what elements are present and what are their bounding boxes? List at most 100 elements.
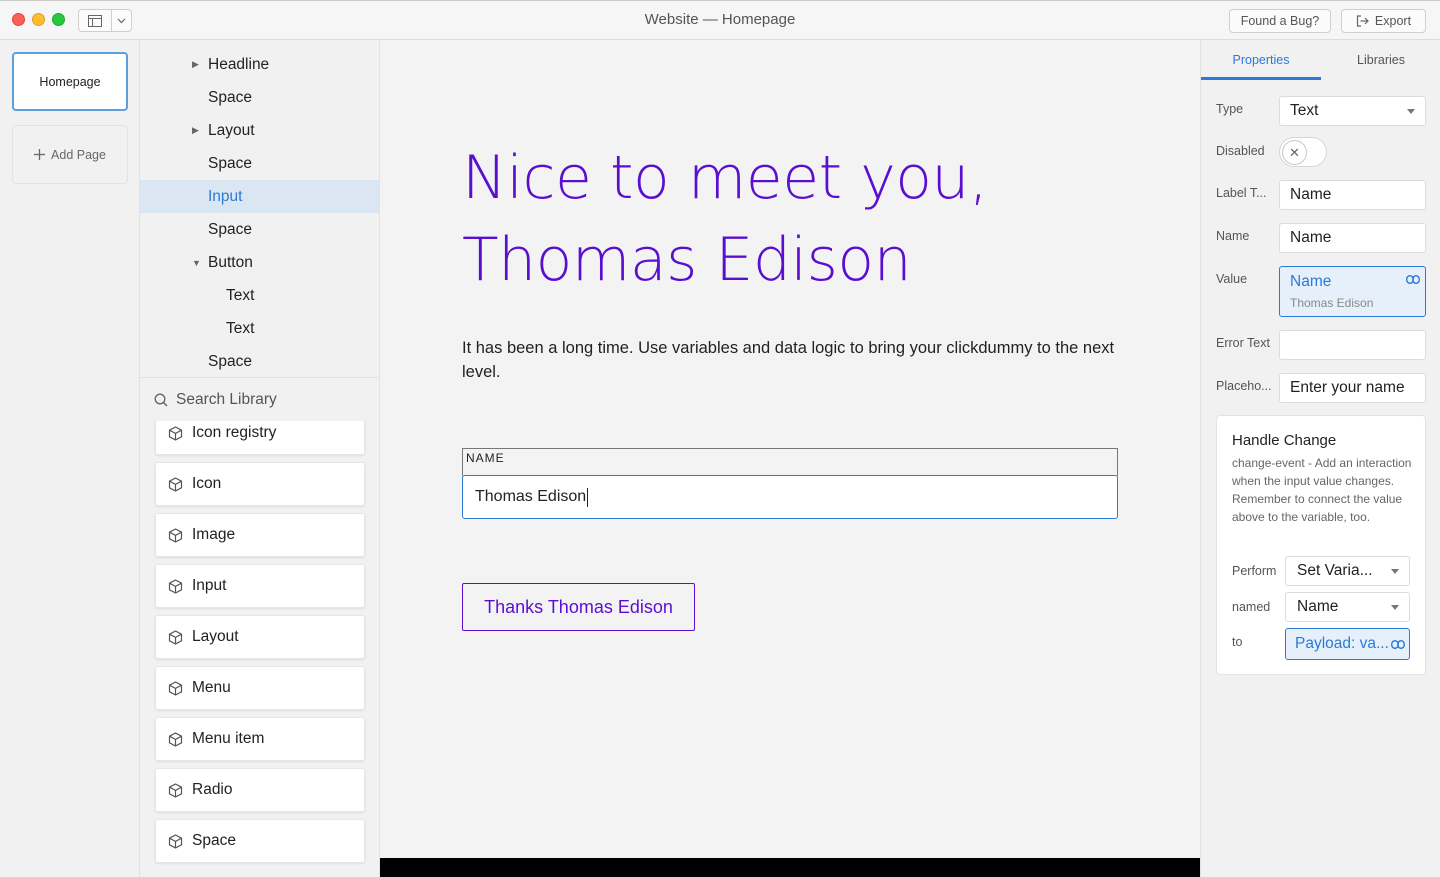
perform-select[interactable]: Set Varia... bbox=[1285, 556, 1410, 586]
tab-properties-label: Properties bbox=[1232, 53, 1290, 67]
preview-headline[interactable]: Nice to meet you, Thomas Edison bbox=[462, 137, 1082, 301]
export-icon bbox=[1356, 15, 1369, 27]
component-cube-icon bbox=[168, 425, 183, 441]
type-select[interactable]: Text bbox=[1279, 96, 1426, 126]
library-item-label: Image bbox=[192, 526, 236, 543]
library-item-menu-item[interactable]: Menu item bbox=[155, 717, 365, 761]
found-bug-button[interactable]: Found a Bug? bbox=[1229, 9, 1331, 33]
search-icon bbox=[154, 393, 168, 406]
value-binding-field[interactable]: Name Thomas Edison bbox=[1279, 266, 1426, 317]
tree-item-label: Space bbox=[208, 352, 252, 370]
title-bar: Website — Homepage Found a Bug? Export bbox=[0, 0, 1440, 40]
library-item-label: Menu item bbox=[192, 730, 265, 747]
tab-properties[interactable]: Properties bbox=[1201, 40, 1321, 80]
tree-item-button[interactable]: ▼ Button bbox=[140, 246, 379, 279]
window-title: Website — Homepage bbox=[644, 11, 796, 28]
tree-item-text[interactable]: Text bbox=[140, 279, 379, 312]
preview-name-input-value: Thomas Edison bbox=[475, 488, 587, 505]
value-binding-main: Name bbox=[1290, 273, 1332, 290]
design-canvas[interactable]: Nice to meet you, Thomas Edison It has b… bbox=[380, 40, 1200, 858]
disabled-label: Disabled bbox=[1216, 144, 1265, 158]
tree-item-label: Text bbox=[226, 319, 255, 337]
export-button[interactable]: Export bbox=[1341, 9, 1426, 33]
component-cube-icon bbox=[168, 731, 183, 747]
tree-item-space[interactable]: Space bbox=[140, 345, 379, 378]
tree-item-space[interactable]: Space bbox=[140, 213, 379, 246]
placeholder-label: Placeho... bbox=[1216, 379, 1272, 393]
payload-binding-field[interactable]: Payload: va... bbox=[1285, 628, 1410, 660]
preview-field-label: NAME bbox=[462, 448, 1118, 476]
label-text-label: Label T... bbox=[1216, 186, 1267, 200]
library-item-image[interactable]: Image bbox=[155, 513, 365, 557]
tree-item-space[interactable]: Space bbox=[140, 81, 379, 114]
pages-panel: Homepage Add Page bbox=[0, 40, 140, 877]
placeholder-input[interactable]: Enter your name bbox=[1279, 373, 1426, 403]
dropdown-caret-icon bbox=[1407, 109, 1415, 114]
library-item-icon[interactable]: Icon bbox=[155, 462, 365, 506]
disabled-toggle[interactable]: ✕ bbox=[1279, 137, 1327, 167]
dropdown-caret-icon bbox=[1391, 569, 1399, 574]
tab-libraries[interactable]: Libraries bbox=[1321, 40, 1440, 80]
preview-thanks-button[interactable]: Thanks Thomas Edison bbox=[462, 583, 695, 631]
placeholder-value: Enter your name bbox=[1290, 379, 1405, 396]
export-label: Export bbox=[1374, 14, 1412, 28]
library-item-label: Icon bbox=[192, 475, 222, 492]
tree-item-text[interactable]: Text bbox=[140, 312, 379, 345]
link-icon[interactable] bbox=[1391, 640, 1405, 649]
name-value: Name bbox=[1290, 229, 1332, 246]
caret-down-icon[interactable]: ▼ bbox=[192, 258, 201, 268]
label-text-input[interactable]: Name bbox=[1279, 180, 1426, 210]
library-item-label: Layout bbox=[192, 628, 239, 645]
caret-right-icon[interactable]: ▶ bbox=[192, 59, 199, 70]
library-item-layout[interactable]: Layout bbox=[155, 615, 365, 659]
tree-item-space[interactable]: Space bbox=[140, 147, 379, 180]
tree-item-layout[interactable]: ▶ Layout bbox=[140, 114, 379, 147]
layer-tree: ▶ Headline Space ▶ Layout Space Input Space ▼ But… bbox=[140, 48, 379, 378]
library-item-label: Icon registry bbox=[192, 424, 277, 441]
add-page-label: Add Page bbox=[51, 147, 106, 162]
page-thumbnail-label: Homepage bbox=[39, 74, 101, 89]
component-cube-icon bbox=[168, 782, 183, 798]
tree-item-input[interactable]: Input bbox=[140, 180, 379, 213]
component-cube-icon bbox=[168, 833, 183, 849]
layers-panel: ▶ Headline Space ▶ Layout Space Input Space ▼ But… bbox=[140, 40, 380, 877]
component-cube-icon bbox=[168, 578, 183, 594]
value-binding-preview: Thomas Edison bbox=[1290, 296, 1374, 310]
handle-change-description: change-event - Add an interaction when t… bbox=[1232, 456, 1412, 524]
page-thumbnail-homepage[interactable]: Homepage bbox=[12, 52, 128, 111]
library-item-label: Space bbox=[192, 832, 236, 849]
payload-binding-value: Payload: va... bbox=[1295, 635, 1389, 652]
perform-select-value: Set Varia... bbox=[1297, 562, 1373, 579]
tab-libraries-label: Libraries bbox=[1357, 53, 1405, 67]
handle-change-title: Handle Change bbox=[1232, 432, 1337, 449]
link-icon[interactable] bbox=[1406, 275, 1420, 284]
preview-name-input[interactable]: Thomas Edison bbox=[462, 475, 1118, 519]
component-cube-icon bbox=[168, 527, 183, 543]
preview-thanks-label: Thanks Thomas Edison bbox=[484, 596, 673, 617]
add-page-button[interactable]: Add Page bbox=[12, 125, 128, 184]
library-item-icon-registry[interactable]: Icon registry bbox=[155, 421, 365, 455]
library-item-menu[interactable]: Menu bbox=[155, 666, 365, 710]
tree-item-label: Text bbox=[226, 286, 255, 304]
library-search-placeholder: Search Library bbox=[176, 390, 277, 408]
library-item-input[interactable]: Input bbox=[155, 564, 365, 608]
name-label: Name bbox=[1216, 229, 1250, 243]
headline-line-1: Nice to meet you, bbox=[462, 143, 988, 213]
tree-item-headline[interactable]: ▶ Headline bbox=[140, 48, 379, 81]
library-item-space[interactable]: Space bbox=[155, 819, 365, 863]
caret-right-icon[interactable]: ▶ bbox=[192, 125, 199, 136]
library-item-radio[interactable]: Radio bbox=[155, 768, 365, 812]
component-cube-icon bbox=[168, 476, 183, 492]
named-select[interactable]: Name bbox=[1285, 592, 1410, 622]
error-text-input[interactable] bbox=[1279, 330, 1426, 360]
to-label: to bbox=[1232, 635, 1243, 649]
handle-change-card: Handle Change change-event - Add an inte… bbox=[1216, 415, 1426, 675]
name-input[interactable]: Name bbox=[1279, 223, 1426, 253]
named-label: named bbox=[1232, 600, 1271, 614]
tree-item-label: Space bbox=[208, 220, 252, 238]
tree-item-label: Input bbox=[208, 187, 243, 205]
library-list: Icon registry Icon Image Input Layout Menu Men… bbox=[140, 421, 379, 877]
tree-item-label: Button bbox=[208, 253, 253, 271]
close-icon: ✕ bbox=[1282, 140, 1307, 165]
library-search[interactable]: Search Library bbox=[140, 377, 379, 421]
